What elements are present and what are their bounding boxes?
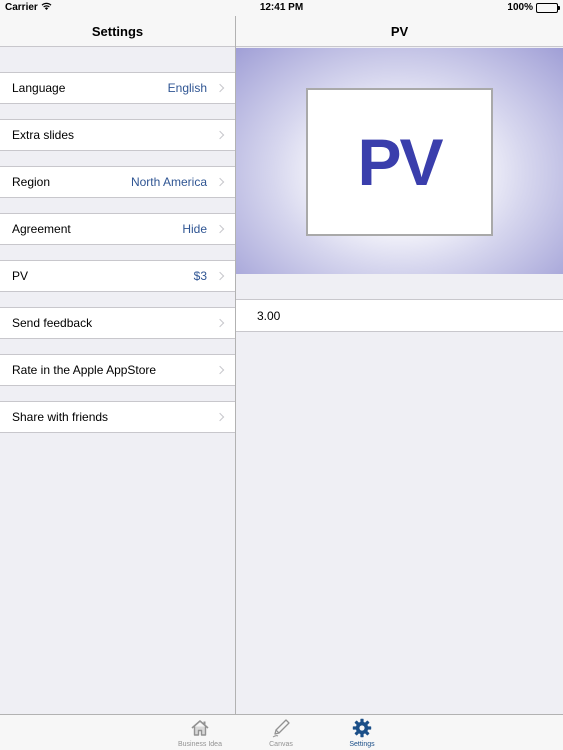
settings-item-label: Language — [12, 81, 66, 95]
chevron-right-icon — [215, 271, 225, 281]
settings-item-label: PV — [12, 269, 29, 283]
settings-item-agreement[interactable]: Agreement Hide — [0, 213, 235, 245]
settings-item-label: Rate in the Apple AppStore — [12, 363, 157, 377]
settings-item-label: Extra slides — [12, 128, 75, 142]
house-icon — [189, 717, 211, 739]
settings-item-value: North America — [130, 175, 207, 189]
chevron-right-icon — [215, 318, 225, 328]
preview-card: PV — [306, 88, 493, 236]
chevron-right-icon — [215, 365, 225, 375]
settings-item-value: Hide — [182, 222, 207, 236]
tab-settings[interactable]: Settings — [327, 717, 397, 750]
status-bar: Carrier 12:41 PM 100% — [0, 0, 563, 16]
status-time: 12:41 PM — [259, 2, 304, 13]
battery-percent: 100% — [507, 2, 533, 13]
tab-label: Canvas — [269, 741, 293, 748]
detail-title: PV — [390, 23, 409, 39]
battery-icon — [536, 2, 560, 13]
settings-item-send-feedback[interactable]: Send feedback — [0, 307, 235, 339]
detail-nav-bar: PV — [236, 16, 563, 47]
pencil-icon — [270, 717, 292, 739]
tab-label: Business Idea — [178, 741, 222, 748]
settings-item-extra-slides[interactable]: Extra slides — [0, 119, 235, 151]
settings-item-label: Region — [12, 175, 51, 189]
status-battery: 100% — [507, 2, 560, 13]
tab-canvas[interactable]: Canvas — [246, 717, 316, 750]
settings-item-label: Agreement — [12, 222, 71, 236]
settings-item-rate-app[interactable]: Rate in the Apple AppStore — [0, 354, 235, 386]
pv-value-field[interactable]: 3.00 — [236, 299, 563, 332]
chevron-right-icon — [215, 177, 225, 187]
tab-bar: Business Idea Canvas Settings — [0, 714, 563, 750]
screen: Carrier 12:41 PM 100% Settings PV Langua… — [0, 0, 563, 750]
tab-label: Settings — [349, 741, 375, 748]
tab-business-idea[interactable]: Business Idea — [165, 717, 235, 750]
settings-title: Settings — [91, 23, 144, 39]
chevron-right-icon — [215, 224, 225, 234]
settings-nav-bar: Settings — [0, 16, 235, 47]
chevron-right-icon — [215, 412, 225, 422]
slide-preview: PV — [236, 48, 563, 274]
settings-item-value: $3 — [193, 269, 207, 283]
settings-item-label: Send feedback — [12, 316, 93, 330]
preview-text: PV — [357, 125, 443, 199]
chevron-right-icon — [215, 83, 225, 93]
settings-item-language[interactable]: Language English — [0, 72, 235, 104]
chevron-right-icon — [215, 130, 225, 140]
settings-item-pv[interactable]: PV $3 — [0, 260, 235, 292]
settings-item-value: English — [167, 81, 207, 95]
gear-icon — [351, 717, 373, 739]
settings-item-label: Share with friends — [12, 410, 109, 424]
pv-value-text: 3.00 — [257, 308, 281, 323]
settings-item-share[interactable]: Share with friends — [0, 401, 235, 433]
settings-item-region[interactable]: Region North America — [0, 166, 235, 198]
